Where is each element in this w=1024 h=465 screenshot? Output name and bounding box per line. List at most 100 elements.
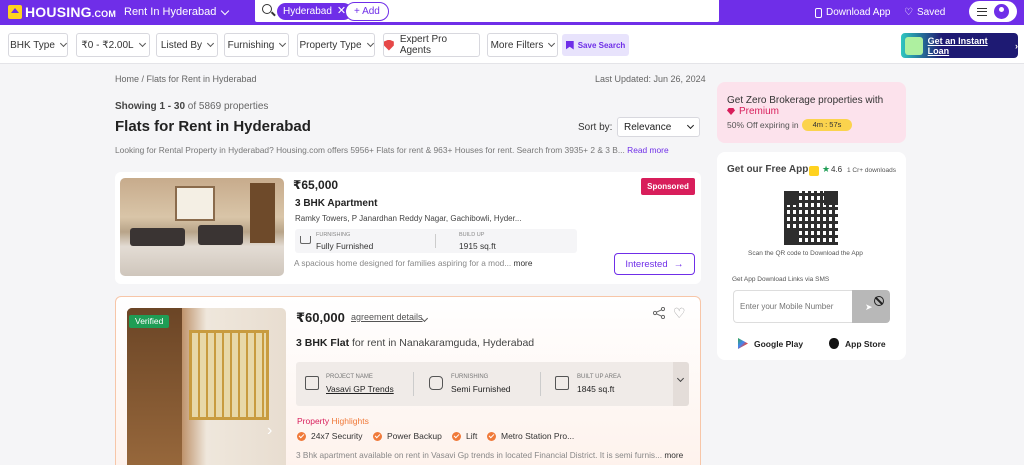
logo-text: HOUSING [25,4,92,20]
search-chip-label: Hyderabad [283,6,332,17]
highlight-item: Power Backup [373,431,442,441]
furnishing-value: Semi Furnished [451,384,511,394]
read-more-link[interactable]: Read more [627,145,668,155]
avatar [994,4,1010,19]
mobile-number-input[interactable] [733,290,853,323]
google-play-button[interactable]: Google Play [738,338,803,349]
loan-icon [905,36,923,55]
arrow-right-icon: → [673,258,684,270]
qr-caption: Scan the QR code to Download the App [748,250,863,257]
chevron-down-icon [676,374,685,383]
blocked-cursor-icon [874,296,884,306]
property-title[interactable]: 3 BHK Flat for rent in Nanakaramguda, Hy… [296,337,534,349]
highlight-label: Power Backup [387,431,442,441]
housing-logo[interactable]: HOUSING.COM [8,4,116,20]
project-name-link[interactable]: Vasavi GP Trends [326,384,394,394]
chevron-right-icon[interactable]: › [267,422,272,440]
house-logo-icon [8,5,22,19]
agreement-details-link[interactable]: agreement details [351,312,423,322]
verified-badge: Verified [129,315,170,328]
property-title-location: for rent in Nanakaramguda, Hyderabad [352,337,535,349]
sort-select-value: Relevance [624,121,672,133]
property-title-type: 3 BHK Flat [296,337,350,349]
highlights-title: Property Highlights [297,416,369,426]
google-play-icon [738,338,748,349]
premium-banner[interactable]: Get Zero Brokerage properties with Premi… [717,82,906,143]
property-specs: FURNISHING Fully Furnished BUILD UP 1915… [295,229,577,253]
saved-link[interactable]: ♡ Saved [904,7,945,18]
sofa-icon [429,376,443,390]
add-location-button[interactable]: + Add [345,2,389,21]
star-icon: ★ [822,164,831,174]
property-card-verified[interactable]: Verified › ₹60,000 agreement details ♡ 3… [115,296,701,465]
app-downloads: 1 Cr+ downloads [847,167,896,174]
send-sms-button[interactable]: ➤ [852,290,890,323]
builtup-key: BUILT UP AREA [577,374,622,380]
chevron-down-icon [686,121,695,130]
property-description-text: 3 Bhk apartment available on rent in Vas… [296,450,662,460]
project-name-key: PROJECT NAME [326,374,373,380]
app-card-title: Get our Free App [727,164,809,175]
property-image[interactable] [120,178,284,276]
furnishing-key: FURNISHING [316,232,351,238]
results-total: of 5869 properties [187,101,269,112]
property-image[interactable] [127,308,286,465]
search-chip-city[interactable]: Hyderabad ✕ [277,3,353,20]
sort-by-label: Sort by: [578,122,613,133]
bookmark-icon [565,40,574,50]
chevron-down-icon [548,39,556,48]
property-type-label: Property Type [299,39,362,51]
builtup-value: 1845 sq.ft [577,384,615,394]
buildup-value: 1915 sq.ft [459,241,496,251]
property-type[interactable]: 3 BHK Apartment [295,198,377,209]
highlight-item: Metro Station Pro... [487,431,574,441]
listed-by-label: Listed By [160,39,203,51]
furnishing-filter[interactable]: Furnishing [224,33,289,57]
property-address: Ramky Towers, P Janardhan Reddy Nagar, G… [295,214,522,223]
more-filters-button[interactable]: More Filters [487,33,558,57]
profile-menu-button[interactable] [969,1,1017,22]
check-icon [373,431,382,441]
app-download-card: Get our Free App ★ 4.6 1 Cr+ downloads S… [717,152,906,360]
download-app-link[interactable]: Download App [815,7,891,18]
city-select-label: Rent In Hyderabad [124,6,217,18]
breadcrumb[interactable]: Home / Flats for Rent in Hyderabad [115,74,257,84]
highlight-label: Lift [466,431,478,441]
intro-text: Looking for Rental Property in Hyderabad… [115,145,705,155]
heart-outline-icon[interactable]: ♡ [673,305,686,322]
expert-pro-agents-filter[interactable]: Expert Pro Agents [383,33,480,57]
property-description-text: A spacious home designed for families as… [294,258,512,268]
instant-loan-label: Get an Instant Loan [927,35,988,56]
save-search-button[interactable]: Save Search [562,34,629,56]
property-card-sponsored[interactable]: ₹65,000 Sponsored 3 BHK Apartment Ramky … [115,172,701,284]
check-icon [297,431,306,441]
more-link[interactable]: more [664,450,683,460]
share-icon[interactable] [653,307,665,319]
bhk-type-label: BHK Type [10,39,55,51]
interested-button[interactable]: Interested → [614,253,695,275]
page-title: Flats for Rent in Hyderabad [115,118,311,135]
chevron-right-icon: › [1015,40,1018,51]
listed-by-filter[interactable]: Listed By [156,33,218,57]
download-app-label: Download App [826,7,891,18]
furnishing-filter-label: Furnishing [227,39,275,51]
highlight-item: 24x7 Security [297,431,363,441]
send-icon: ➤ [865,302,873,312]
bhk-type-filter[interactable]: BHK Type [8,33,68,57]
sort-select[interactable]: Relevance [617,117,700,137]
sofa-icon [300,236,311,244]
premium-label: Premium [739,106,780,117]
chevron-down-icon [221,6,230,15]
property-type-filter[interactable]: Property Type [297,33,375,57]
price-filter[interactable]: ₹0 - ₹2.00L [76,33,150,57]
highlight-item: Lift [452,431,477,441]
housing-app-icon [809,166,819,176]
apple-icon [829,338,839,349]
highlight-label: 24x7 Security [311,431,363,441]
instant-loan-button[interactable]: Get an Instant Loan › [901,33,1018,58]
more-link[interactable]: more [514,258,533,268]
city-select-dropdown[interactable]: Rent In Hyderabad [124,6,230,18]
app-rating: 4.6 [831,165,843,174]
expand-specs-button[interactable] [673,362,689,406]
app-store-button[interactable]: App Store [829,338,886,349]
